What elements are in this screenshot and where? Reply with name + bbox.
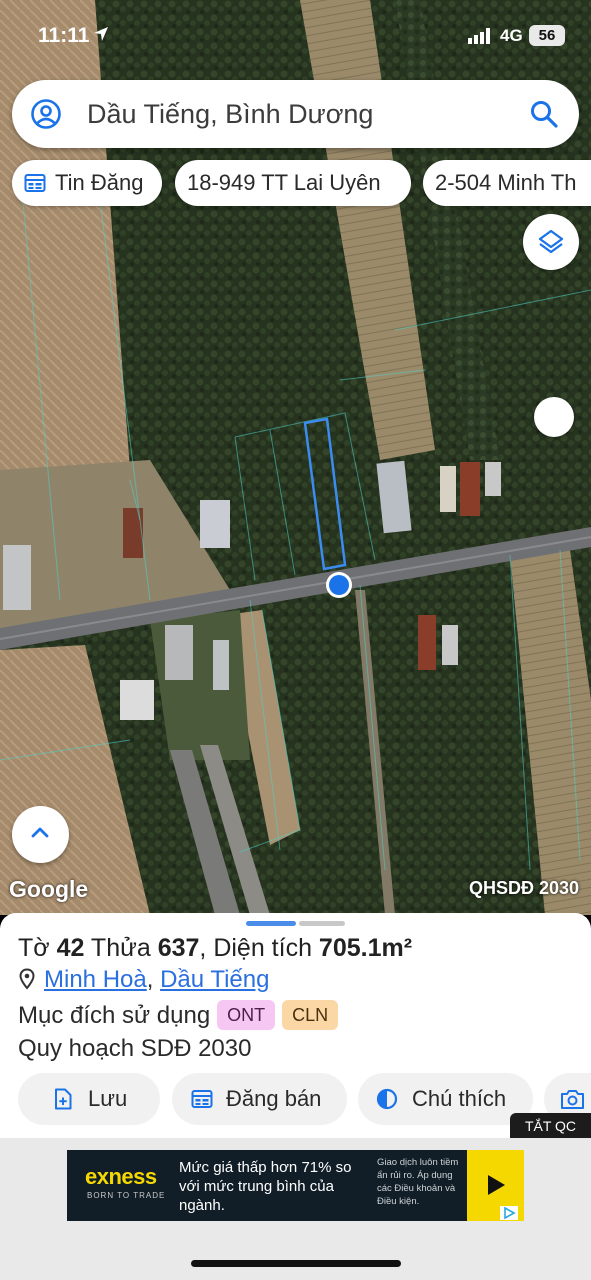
save-label: Lưu: [88, 1086, 128, 1111]
map-layers-button[interactable]: [523, 214, 579, 270]
chip-recent-parcel-1-label: 18-949 TT Lai Uyên: [187, 170, 381, 195]
satellite-map[interactable]: 11:11 4G 56 Dầu Tiếng, Bình Dương Tin Đă…: [0, 0, 591, 915]
plot-number: 637: [157, 934, 200, 962]
chevron-up-icon: [31, 827, 49, 838]
legend-button[interactable]: Chú thích: [358, 1073, 533, 1125]
post-for-sale-label: Đăng bán: [226, 1086, 322, 1111]
adchoices-icon[interactable]: [500, 1206, 518, 1220]
save-file-icon: [55, 1088, 72, 1110]
status-time: 11:11: [38, 24, 90, 47]
post-listing-icon: [191, 1090, 213, 1108]
layers-icon: [538, 229, 564, 254]
address-separator: ,: [146, 966, 154, 993]
purpose-tag-ont[interactable]: ONT: [217, 1000, 276, 1030]
land-use-purpose: Mục đích sử dụng ONT CLN: [18, 1000, 339, 1030]
plot-label: Thửa: [84, 934, 158, 962]
sheet-label: Tờ: [18, 934, 57, 962]
location-search-bar[interactable]: Dầu Tiếng, Bình Dương: [12, 80, 579, 148]
sheet-handle-active[interactable]: [246, 921, 296, 926]
home-indicator[interactable]: [191, 1260, 401, 1267]
hide-ad-button[interactable]: TẮT QC: [510, 1113, 591, 1139]
floating-assistive-touch[interactable]: [534, 397, 574, 437]
commune-link[interactable]: Minh Hoà: [44, 966, 147, 993]
legend-contrast-icon: [376, 1088, 398, 1110]
battery-level: 56: [529, 25, 565, 46]
expand-up-button[interactable]: [12, 806, 69, 863]
area-label: , Diện tích: [199, 934, 319, 962]
parcel-info-sheet[interactable]: Tờ 42 Thửa 637, Diện tích 705.1m² Minh H…: [0, 913, 591, 1138]
user-account-icon[interactable]: [30, 98, 62, 130]
planning-layer-caption: QHSDĐ 2030: [468, 878, 579, 898]
listing-icon: [24, 174, 46, 192]
play-icon: [488, 1175, 505, 1195]
location-dot: [329, 575, 349, 595]
ad-brand-logo: exness: [85, 1164, 157, 1189]
ad-disclaimer: Giao dịch luôn tiềm ẩn rủi ro. Áp dụng c…: [377, 1157, 459, 1207]
sheet-number: 42: [56, 934, 85, 962]
legend-label: Chú thích: [412, 1086, 507, 1111]
ad-slogan: BORN TO TRADE: [87, 1191, 166, 1200]
network-type: 4G: [500, 26, 523, 45]
chip-listings-label: Tin Đăng: [55, 170, 144, 195]
chip-listings[interactable]: Tin Đăng: [12, 160, 162, 206]
parcel-address: Minh Hoà, Dầu Tiếng: [18, 966, 269, 994]
search-icon[interactable]: [529, 99, 559, 129]
filter-chips: Tin Đăng 18-949 TT Lai Uyên 2-504 Minh T…: [12, 160, 591, 206]
purpose-tag-cln[interactable]: CLN: [282, 1000, 339, 1030]
camera-icon: [561, 1090, 584, 1109]
location-arrow-icon: [94, 27, 108, 41]
signal-strength-icon: [468, 28, 490, 44]
map-pin-icon: [19, 968, 35, 990]
district-link[interactable]: Dầu Tiếng: [160, 966, 269, 993]
ad-headline: Mức giá thấp hơn 71% so với mức trung bì…: [179, 1159, 352, 1214]
parcel-title: Tờ 42 Thửa 637, Diện tích 705.1m²: [18, 934, 412, 963]
chip-recent-parcel-2[interactable]: 2-504 Minh Th: [423, 160, 591, 206]
sheet-handle[interactable]: [299, 921, 345, 926]
area-value: 705.1m²: [318, 934, 413, 962]
chip-recent-parcel-1[interactable]: 18-949 TT Lai Uyên: [175, 160, 411, 206]
purpose-label: Mục đích sử dụng: [18, 1002, 211, 1029]
post-for-sale-button[interactable]: Đăng bán: [172, 1073, 347, 1125]
chip-recent-parcel-2-label: 2-504 Minh Th: [435, 170, 577, 195]
search-location-text[interactable]: Dầu Tiếng, Bình Dương: [87, 99, 373, 130]
status-bar: 11:11 4G 56: [0, 0, 591, 70]
google-attribution: Google: [9, 876, 89, 902]
planning-2030-row[interactable]: Quy hoạch SDĐ 2030: [18, 1035, 251, 1063]
save-button[interactable]: Lưu: [18, 1073, 160, 1125]
ad-area: exness BORN TO TRADE Mức giá thấp hơn 71…: [0, 1138, 591, 1280]
ad-banner[interactable]: exness BORN TO TRADE Mức giá thấp hơn 71…: [67, 1150, 524, 1221]
action-bar: Lưu Đăng bán Chú thích: [0, 1073, 591, 1125]
